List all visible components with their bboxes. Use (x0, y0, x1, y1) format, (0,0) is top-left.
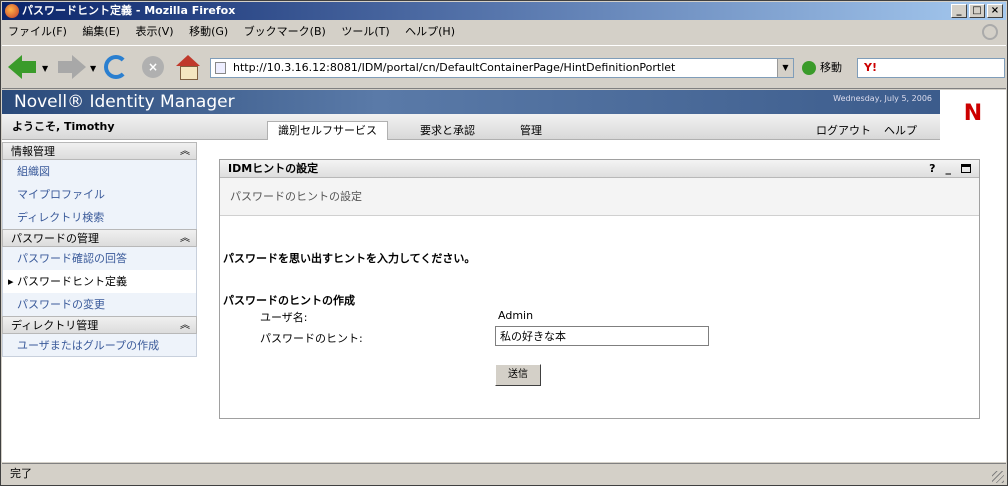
sidebar-section-directory[interactable]: ディレクトリ管理 ︽ (2, 316, 197, 334)
sidebar-item-label: パスワードヒント定義 (17, 275, 127, 288)
sidebar-section-password[interactable]: パスワードの管理 ︽ (2, 229, 197, 247)
back-arrow-icon[interactable] (8, 55, 38, 79)
navigation-toolbar: ▼ ▼ × http://10.3.16.12:8081/IDM/portal/… (2, 45, 1006, 89)
username-label: ユーザ名: (260, 311, 308, 324)
banner-date: Wednesday, July 5, 2006 (833, 94, 932, 103)
maximize-button[interactable]: □ (969, 4, 985, 18)
tab-requests[interactable]: 要求と承認 (410, 122, 485, 140)
tab-admin[interactable]: 管理 (510, 122, 552, 140)
yahoo-logo: Y! (864, 61, 877, 74)
forward-dropdown-icon[interactable]: ▼ (90, 64, 96, 73)
portlet-title: IDMヒントの設定 (228, 162, 319, 175)
close-button[interactable]: × (987, 4, 1003, 18)
sidebar-item-my-profile[interactable]: マイプロファイル (2, 183, 197, 206)
throbber-icon (982, 24, 998, 40)
reload-icon[interactable] (104, 55, 128, 79)
section-title: ディレクトリ管理 (11, 319, 99, 332)
window-title: パスワードヒント定義 - Mozilla Firefox (22, 4, 236, 17)
sidebar-item-directory-search[interactable]: ディレクトリ検索 (2, 206, 197, 229)
instruction-text: パスワードを思い出すヒントを入力してください。 (223, 252, 476, 265)
help-link[interactable]: ヘルプ (874, 122, 927, 140)
firefox-icon (5, 4, 19, 18)
sidebar-item-change-password[interactable]: パスワードの変更 (2, 293, 197, 316)
sidebar-section-info[interactable]: 情報管理 ︽ (2, 142, 197, 160)
hint-portlet: IDMヒントの設定 ? _ パスワードのヒントの設定 パスワードを思い出すヒント… (219, 159, 980, 419)
search-box[interactable]: Y! (857, 58, 1005, 78)
username-value: Admin (498, 309, 534, 322)
minimize-icon[interactable]: _ (946, 160, 952, 178)
go-button[interactable]: 移動 (802, 58, 842, 78)
status-text: 完了 (10, 467, 32, 480)
page-content: Novell® Identity Manager Wednesday, July… (2, 90, 1006, 462)
title-bar: パスワードヒント定義 - Mozilla Firefox _ □ × (2, 2, 1006, 20)
back-dropdown-icon[interactable]: ▼ (42, 64, 48, 73)
maximize-icon[interactable] (961, 164, 971, 173)
section-heading: パスワードのヒントの作成 (223, 294, 355, 307)
sidebar-item-challenge-response[interactable]: パスワード確認の回答 (2, 247, 197, 270)
tab-self-service[interactable]: 識別セルフサービス (267, 121, 388, 140)
sidebar-item-create-user-group[interactable]: ユーザまたはグループの作成 (2, 334, 197, 357)
portlet-subtitle: パスワードのヒントの設定 (220, 178, 979, 216)
resize-grip-icon[interactable] (992, 471, 1004, 483)
home-icon[interactable] (176, 55, 200, 80)
app-banner: Novell® Identity Manager Wednesday, July… (2, 90, 940, 114)
sidebar-item-hint-definition[interactable]: ▸ パスワードヒント定義 (2, 270, 197, 293)
menu-file[interactable]: ファイル(F) (8, 25, 67, 38)
page-icon (215, 62, 226, 74)
menu-go[interactable]: 移動(G) (189, 25, 228, 38)
section-title: パスワードの管理 (11, 232, 99, 245)
menu-edit[interactable]: 編集(E) (82, 25, 120, 38)
portlet-header: IDMヒントの設定 ? _ (220, 160, 979, 178)
sidebar-item-org-chart[interactable]: 組織図 (2, 160, 197, 183)
novell-logo: N (940, 90, 1006, 138)
forward-arrow-icon[interactable] (56, 55, 86, 79)
menu-help[interactable]: ヘルプ(H) (405, 25, 455, 38)
tab-row: ようこそ, Timothy 識別セルフサービス 要求と承認 管理 ログアウト ヘ… (2, 114, 940, 140)
collapse-icon[interactable]: ︽ (180, 317, 190, 335)
welcome-text: ようこそ, Timothy (12, 120, 115, 133)
stop-icon[interactable]: × (142, 56, 164, 78)
hint-input[interactable] (495, 326, 709, 346)
menu-bar: ファイル(F) 編集(E) 表示(V) 移動(G) ブックマーク(B) ツール(… (2, 21, 1006, 43)
address-dropdown-icon[interactable]: ▼ (777, 59, 793, 77)
section-title: 情報管理 (11, 145, 55, 158)
submit-button[interactable]: 送信 (495, 364, 541, 386)
status-bar: 完了 (2, 463, 1006, 485)
collapse-icon[interactable]: ︽ (180, 230, 190, 248)
menu-tools[interactable]: ツール(T) (341, 25, 389, 38)
menu-bookmarks[interactable]: ブックマーク(B) (244, 25, 326, 38)
app-brand: Novell® Identity Manager (14, 92, 235, 112)
address-url: http://10.3.16.12:8081/IDM/portal/cn/Def… (233, 61, 676, 74)
collapse-icon[interactable]: ︽ (180, 143, 190, 161)
sidebar: 情報管理 ︽ 組織図 マイプロファイル ディレクトリ検索 パスワードの管理 ︽ パス… (2, 142, 197, 357)
menu-view[interactable]: 表示(V) (135, 25, 173, 38)
address-bar[interactable]: http://10.3.16.12:8081/IDM/portal/cn/Def… (210, 58, 794, 78)
browser-window: パスワードヒント定義 - Mozilla Firefox _ □ × ファイル(… (0, 0, 1008, 486)
current-marker-icon: ▸ (8, 275, 14, 288)
help-icon[interactable]: ? (929, 160, 935, 178)
hint-label: パスワードのヒント: (260, 332, 363, 345)
minimize-button[interactable]: _ (951, 4, 967, 18)
logout-link[interactable]: ログアウト (806, 122, 881, 140)
